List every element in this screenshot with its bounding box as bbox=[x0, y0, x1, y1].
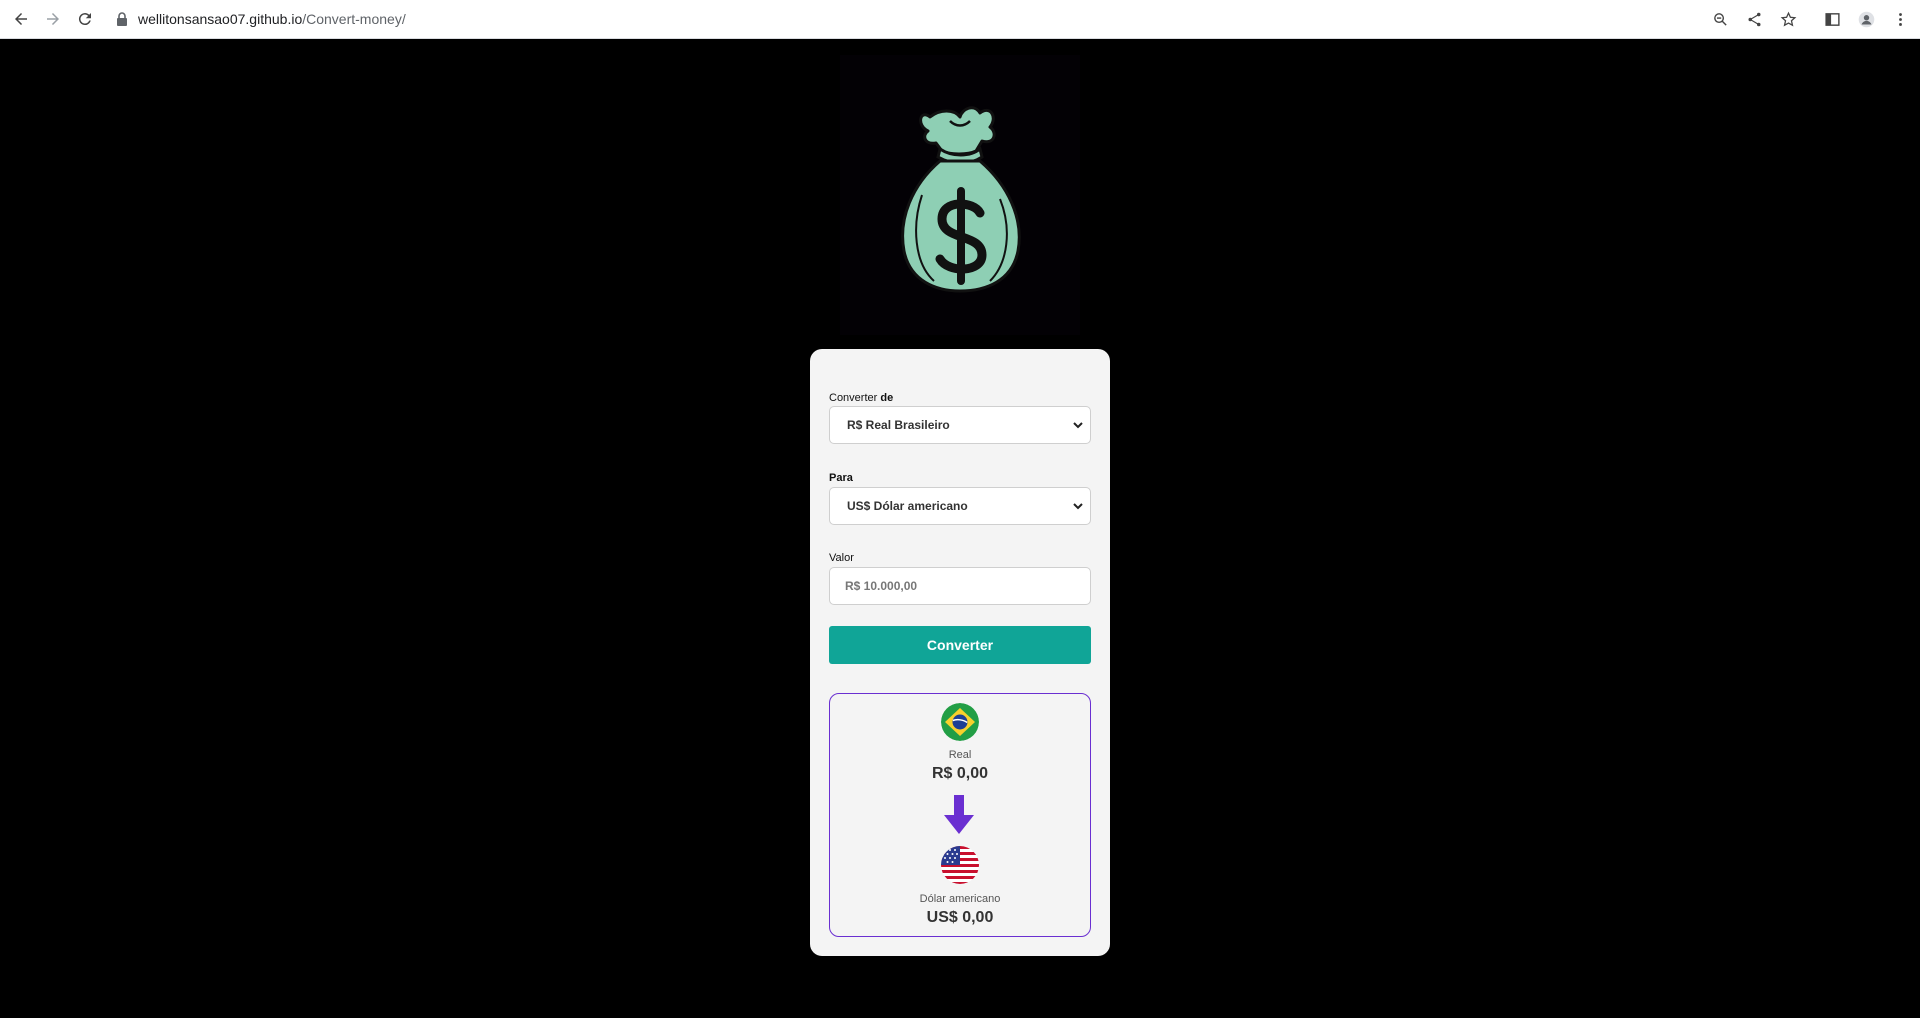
value-placeholder: R$ 10.000,00 bbox=[845, 579, 918, 593]
reload-icon[interactable] bbox=[74, 8, 96, 30]
to-currency-amount: US$ 0,00 bbox=[926, 909, 994, 926]
share-icon[interactable] bbox=[1744, 10, 1764, 30]
from-currency-select[interactable]: R$ Real Brasileiro bbox=[829, 406, 1091, 444]
usa-flag-icon bbox=[941, 846, 979, 884]
chevron-down-icon bbox=[1073, 503, 1083, 510]
back-icon[interactable] bbox=[10, 8, 32, 30]
money-bag-logo bbox=[840, 55, 1080, 335]
lock-icon bbox=[117, 12, 127, 26]
url-host: wellitonsansao07.github.io bbox=[138, 11, 303, 27]
zoom-icon[interactable] bbox=[1710, 10, 1730, 30]
money-bag-icon bbox=[901, 106, 1021, 293]
to-currency-select[interactable]: US$ Dólar americano bbox=[829, 487, 1091, 525]
chevron-down-icon bbox=[1073, 422, 1083, 429]
from-label: Converter de bbox=[829, 392, 894, 404]
menu-kebab-icon[interactable] bbox=[1890, 10, 1910, 30]
from-currency-amount: R$ 0,00 bbox=[931, 765, 989, 782]
forward-icon[interactable] bbox=[42, 8, 64, 30]
profile-avatar-icon[interactable] bbox=[1856, 10, 1876, 30]
browser-toolbar: wellitonsansao07.github.io/Convert-money… bbox=[0, 0, 1920, 39]
url-path: /Convert-money/ bbox=[302, 11, 406, 27]
arrow-down-icon bbox=[944, 795, 974, 834]
address-bar[interactable]: wellitonsansao07.github.io/Convert-money… bbox=[108, 4, 1808, 34]
from-currency-value: R$ Real Brasileiro bbox=[847, 418, 950, 432]
value-label: Valor bbox=[829, 552, 854, 564]
result-box: Real R$ 0,00 Dólar americano US$ 0,00 bbox=[829, 693, 1091, 937]
to-currency-name: Dólar americano bbox=[919, 893, 1001, 905]
bookmark-star-icon[interactable] bbox=[1778, 10, 1798, 30]
converter-card: Converter de R$ Real Brasileiro Para US$… bbox=[810, 349, 1110, 956]
to-label: Para bbox=[829, 472, 853, 484]
from-currency-name: Real bbox=[948, 749, 972, 761]
convert-button[interactable]: Converter bbox=[829, 626, 1091, 664]
side-panel-icon[interactable] bbox=[1822, 10, 1842, 30]
to-currency-value: US$ Dólar americano bbox=[847, 499, 968, 513]
brazil-flag-icon bbox=[941, 703, 979, 741]
value-input[interactable]: R$ 10.000,00 bbox=[829, 567, 1091, 605]
